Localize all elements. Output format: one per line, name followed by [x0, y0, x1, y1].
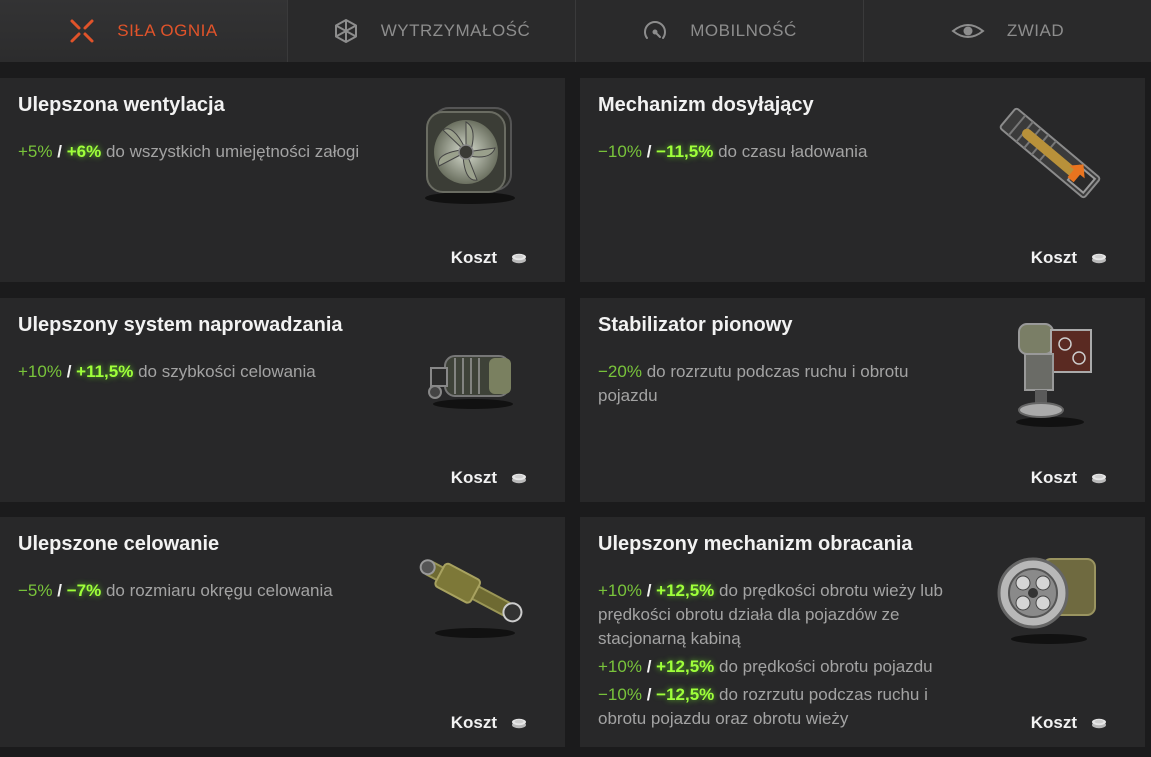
effect-line: +5% / +6% do wszystkich umiejętności zał…: [18, 140, 383, 164]
vertical-stabilizer-icon: [985, 318, 1115, 428]
value-separator: /: [646, 657, 652, 676]
base-value: −20%: [598, 362, 642, 381]
cost-button[interactable]: Koszt: [1031, 713, 1107, 733]
value-separator: /: [57, 142, 62, 161]
tab-wytrzymalosc[interactable]: WYTRZYMAŁOŚĆ: [288, 0, 576, 62]
bonus-value: +12,5%: [656, 657, 715, 676]
value-separator: /: [57, 581, 62, 600]
base-value: −10%: [598, 142, 642, 161]
eye-icon: [951, 18, 985, 44]
card-description: −10% / −11,5% do czasu ładowania: [598, 140, 963, 168]
equipment-card-rammer[interactable]: Mechanizm dosyłający −10% / −11,5% do cz…: [580, 78, 1145, 282]
cost-label: Koszt: [450, 468, 497, 487]
tab-zwiad[interactable]: ZWIAD: [864, 0, 1151, 62]
cost-button[interactable]: Koszt: [451, 468, 527, 488]
card-description: +10% / +12,5% do prędkości obrotu wieży …: [598, 579, 963, 735]
cost-label: Koszt: [450, 248, 497, 267]
equipment-card-vertical-stabilizer[interactable]: Stabilizator pionowy −20% do rozrzutu po…: [580, 298, 1145, 502]
bonus-value: −11,5%: [656, 142, 714, 161]
effect-line: +10% / +12,5% do prędkości obrotu wieży …: [598, 579, 963, 651]
effect-line: +10% / +11,5% do szybkości celowania: [18, 360, 383, 384]
speedometer-icon: [642, 18, 668, 44]
base-value: −5%: [18, 581, 53, 600]
base-value: +10%: [598, 657, 642, 676]
cost-label: Koszt: [1030, 713, 1077, 732]
bonus-value: +6%: [66, 142, 102, 161]
bonus-value: +11,5%: [76, 362, 134, 381]
effect-text: do rozrzutu podczas ruchu i obrotu pojaz…: [598, 362, 909, 405]
credits-coin-icon: [1091, 252, 1107, 264]
tab-sila-ognia[interactable]: SIŁA OGNIA: [0, 0, 288, 62]
effect-text: do szybkości celowania: [138, 362, 316, 381]
credits-coin-icon: [511, 472, 527, 484]
base-value: +5%: [18, 142, 53, 161]
card-title: Ulepszone celowanie: [18, 533, 220, 555]
equipment-card-ventilation[interactable]: Ulepszona wentylacja +5% / +6% do wszyst…: [0, 78, 565, 282]
armor-icon: [333, 18, 359, 44]
effect-text: do wszystkich umiejętności załogi: [105, 142, 360, 161]
card-title: Ulepszony system naprowadzania: [18, 314, 343, 336]
gun-laying-drive-icon: [405, 318, 535, 428]
effect-line: −5% / −7% do rozmiaru okręgu celowania: [18, 579, 383, 603]
credits-coin-icon: [511, 717, 527, 729]
cost-label: Koszt: [1030, 248, 1077, 267]
ventilation-fan-icon: [405, 98, 535, 208]
card-title: Ulepszony mechanizm obracania: [598, 533, 913, 555]
card-description: +10% / +11,5% do szybkości celowania: [18, 360, 383, 388]
cost-button[interactable]: Koszt: [1031, 248, 1107, 268]
card-description: −5% / −7% do rozmiaru okręgu celowania: [18, 579, 383, 607]
card-description: −20% do rozrzutu podczas ruchu i obrotu …: [598, 360, 963, 412]
bonus-value: −12,5%: [656, 685, 715, 704]
aiming-rod-icon: [405, 537, 535, 647]
credits-coin-icon: [1091, 717, 1107, 729]
turret-rotation-mechanism-icon: [985, 537, 1115, 647]
base-value: +10%: [598, 581, 642, 600]
cost-button[interactable]: Koszt: [451, 713, 527, 733]
bonus-value: −7%: [66, 581, 102, 600]
base-value: −10%: [598, 685, 642, 704]
cost-label: Koszt: [1030, 468, 1077, 487]
tab-label: ZWIAD: [1006, 21, 1065, 40]
effect-text: do rozmiaru okręgu celowania: [105, 581, 333, 600]
effect-text: do czasu ładowania: [718, 142, 868, 161]
equipment-card-rotation-mechanism[interactable]: Ulepszony mechanizm obracania +10% / +12…: [580, 517, 1145, 747]
effect-line: −20% do rozrzutu podczas ruchu i obrotu …: [598, 360, 963, 408]
bonus-value: +12,5%: [656, 581, 715, 600]
equipment-card-gun-laying-drive[interactable]: Ulepszony system naprowadzania +10% / +1…: [0, 298, 565, 502]
tab-mobilnosc[interactable]: MOBILNOŚĆ: [576, 0, 864, 62]
card-title: Ulepszona wentylacja: [18, 94, 225, 116]
value-separator: /: [66, 362, 72, 381]
cost-label: Koszt: [450, 713, 497, 732]
effect-line: −10% / −11,5% do czasu ładowania: [598, 140, 963, 164]
credits-coin-icon: [1091, 472, 1107, 484]
rammer-icon: [985, 98, 1115, 208]
tab-label: WYTRZYMAŁOŚĆ: [380, 21, 531, 40]
cost-button[interactable]: Koszt: [451, 248, 527, 268]
equipment-card-improved-aiming[interactable]: Ulepszone celowanie −5% / −7% do rozmiar…: [0, 517, 565, 747]
base-value: +10%: [18, 362, 62, 381]
card-title: Mechanizm dosyłający: [598, 94, 814, 116]
effect-line: −10% / −12,5% do rozrzutu podczas ruchu …: [598, 683, 963, 731]
category-tabs: SIŁA OGNIA WYTRZYMAŁOŚĆ MOBILNOŚĆ ZWIAD: [0, 0, 1151, 62]
effect-line: +10% / +12,5% do prędkości obrotu pojazd…: [598, 655, 963, 679]
card-description: +5% / +6% do wszystkich umiejętności zał…: [18, 140, 383, 168]
cost-button[interactable]: Koszt: [1031, 468, 1107, 488]
tab-label: MOBILNOŚĆ: [690, 21, 797, 40]
value-separator: /: [646, 685, 652, 704]
effect-text: do prędkości obrotu pojazdu: [719, 657, 933, 676]
tab-label: SIŁA OGNIA: [117, 21, 218, 40]
value-separator: /: [646, 142, 652, 161]
card-title: Stabilizator pionowy: [598, 314, 793, 336]
value-separator: /: [646, 581, 652, 600]
crossfire-icon: [69, 18, 95, 44]
credits-coin-icon: [511, 252, 527, 264]
